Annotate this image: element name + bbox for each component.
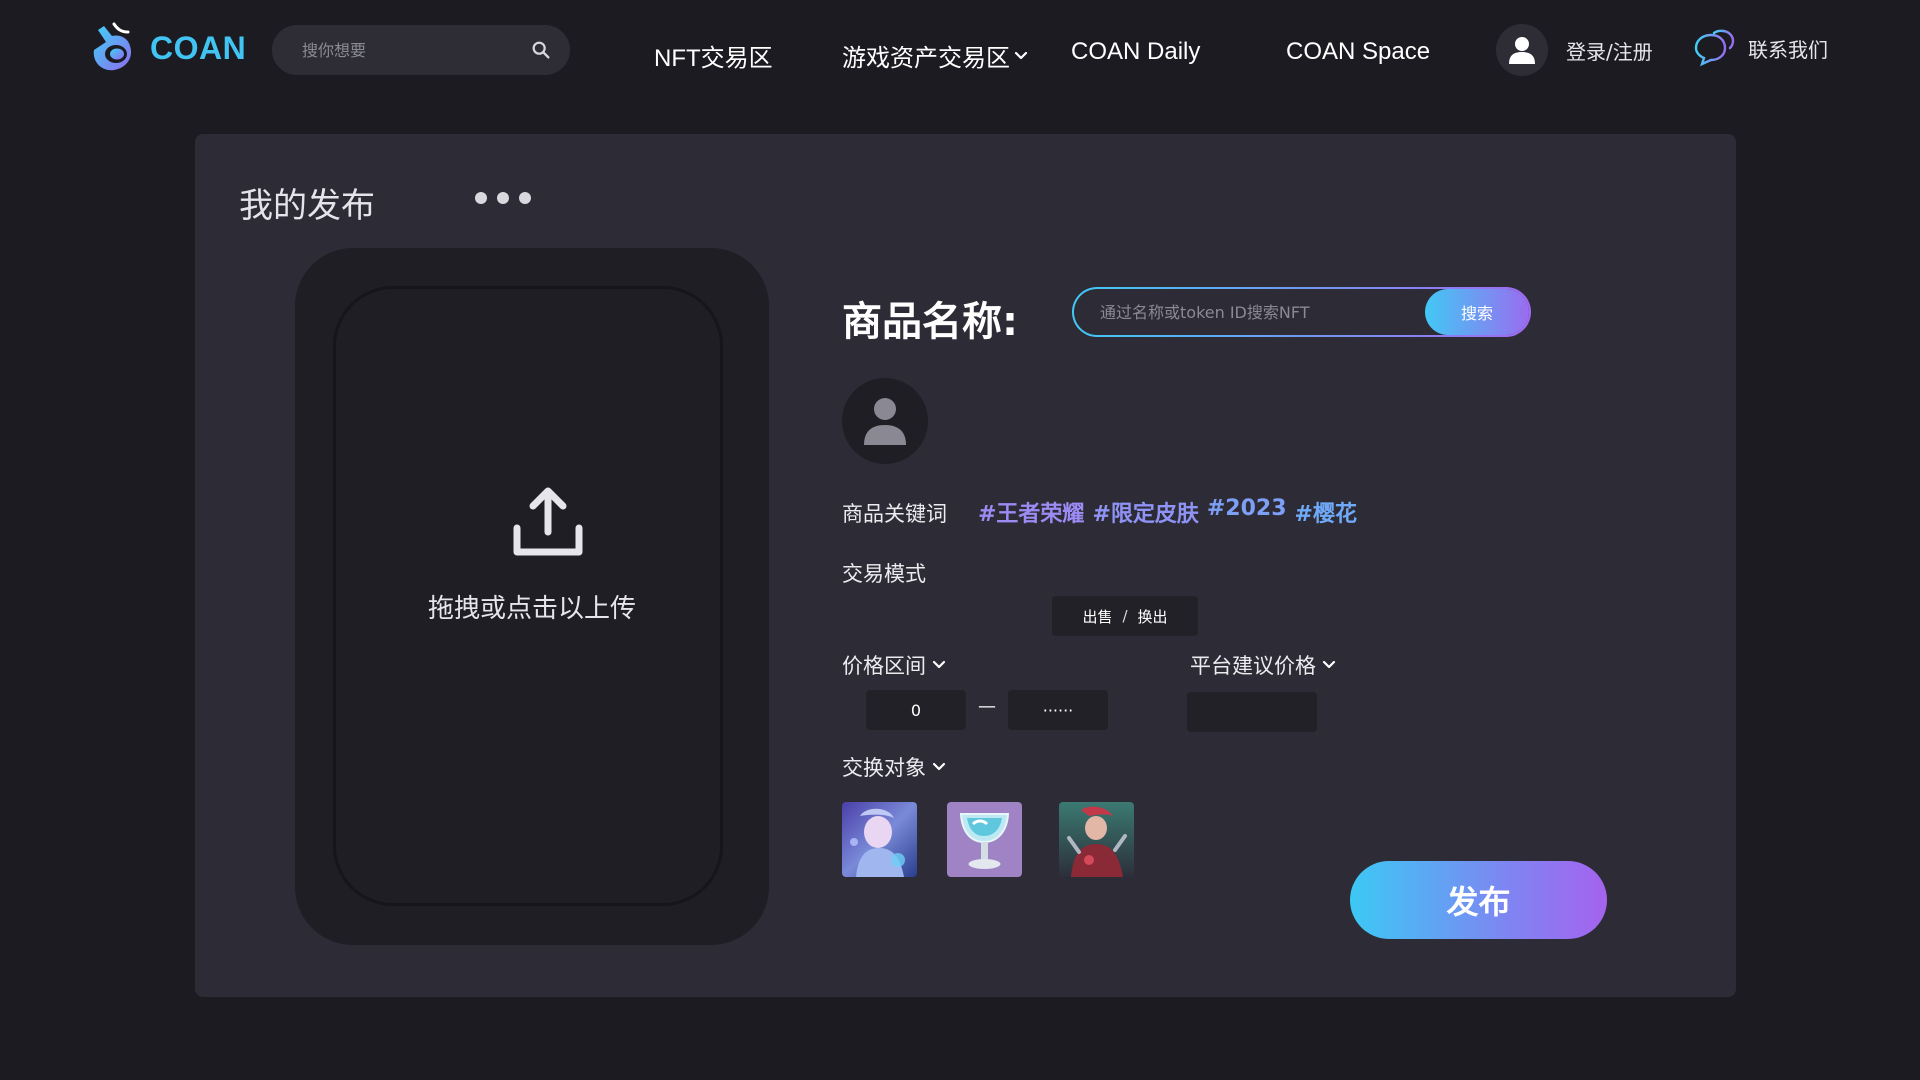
suggested-price-label: 平台建议价格: [1190, 654, 1316, 678]
keyword-tag[interactable]: #王者荣耀: [978, 496, 1084, 528]
coan-logo-icon: [93, 22, 132, 71]
upload-icon: [513, 487, 583, 556]
more-icon[interactable]: [475, 192, 531, 204]
chevron-down-icon: [932, 762, 946, 771]
trade-mode-label: 交易模式: [842, 562, 926, 586]
trade-mode-sell[interactable]: 出售: [1082, 606, 1112, 627]
nav-coan-space[interactable]: COAN Space: [1286, 38, 1430, 66]
contact-us-button[interactable]: 联系我们: [1692, 28, 1828, 68]
keywords-label: 商品关键词: [842, 502, 947, 526]
contact-us-label: 联系我们: [1748, 37, 1828, 62]
nft-search-button[interactable]: 搜索: [1425, 289, 1529, 335]
brand-logo[interactable]: COAN: [84, 20, 246, 76]
keyword-tag[interactable]: #2023: [1207, 496, 1287, 528]
user-icon: [1509, 37, 1535, 64]
keyword-tag[interactable]: #限定皮肤: [1092, 496, 1198, 528]
global-search: [272, 25, 570, 75]
publish-panel: 我的发布 拖拽或点击以上传 商品名称: 搜索 商品关键词 #王者荣耀 #限定皮肤…: [195, 134, 1736, 997]
publish-button[interactable]: 发布: [1350, 861, 1607, 939]
brand-name: COAN: [150, 29, 247, 66]
keyword-tag[interactable]: #樱花: [1295, 496, 1357, 528]
trade-mode-exchange[interactable]: 换出: [1138, 606, 1168, 627]
price-min-field: [866, 690, 966, 730]
upload-dropzone[interactable]: 拖拽或点击以上传: [295, 248, 769, 945]
nav-coan-daily[interactable]: COAN Daily: [1071, 38, 1200, 66]
avatar: [1496, 24, 1548, 76]
nav-nft-trading-label: NFT交易区: [654, 45, 773, 72]
login-register-label: 登录/注册: [1566, 39, 1653, 64]
trade-mode-separator: /: [1122, 607, 1128, 625]
nav-coan-space-label: COAN Space: [1286, 38, 1431, 65]
nav-coan-daily-label: COAN Daily: [1071, 38, 1201, 65]
chevron-down-icon: [1014, 51, 1028, 59]
chat-bubbles-icon: [1694, 29, 1735, 67]
nft-search: 搜索: [1072, 287, 1531, 337]
login-register-button[interactable]: 登录/注册: [1496, 24, 1653, 76]
suggested-price-field: [1187, 692, 1317, 732]
nav-game-assets-label: 游戏资产交易区: [842, 45, 1010, 72]
product-name-label: 商品名称:: [842, 299, 1018, 345]
suggested-price-input[interactable]: [1187, 692, 1317, 732]
nav-nft-trading[interactable]: NFT交易区: [654, 38, 773, 73]
price-max-field: [1008, 690, 1108, 730]
chevron-down-icon: [1322, 660, 1336, 669]
upload-label: 拖拽或点击以上传: [427, 594, 636, 624]
user-icon: [864, 398, 906, 445]
page-title: 我的发布: [239, 186, 375, 226]
exchange-target-dropdown[interactable]: 交换对象: [842, 752, 946, 782]
price-min-input[interactable]: [866, 690, 966, 730]
exchange-item-thumbnail[interactable]: [1059, 802, 1134, 877]
suggested-price-dropdown[interactable]: 平台建议价格: [1190, 650, 1336, 680]
chevron-down-icon: [932, 660, 946, 669]
exchange-item-thumbnail[interactable]: [842, 802, 917, 877]
exchange-target-label: 交换对象: [842, 756, 926, 780]
price-range-dropdown[interactable]: 价格区间: [842, 650, 946, 680]
global-search-input[interactable]: [302, 40, 530, 60]
nav-game-assets[interactable]: 游戏资产交易区: [842, 38, 1028, 73]
exchange-item-thumbnail[interactable]: [947, 802, 1022, 877]
keyword-list: #王者荣耀 #限定皮肤 #2023 #樱花: [978, 496, 1357, 528]
search-icon[interactable]: [530, 39, 552, 61]
trade-mode-toggle: 出售 / 换出: [1052, 596, 1198, 636]
price-range-label: 价格区间: [842, 654, 926, 678]
product-avatar[interactable]: [842, 378, 928, 464]
price-max-input[interactable]: [1008, 690, 1108, 730]
range-dash: —: [978, 696, 996, 717]
